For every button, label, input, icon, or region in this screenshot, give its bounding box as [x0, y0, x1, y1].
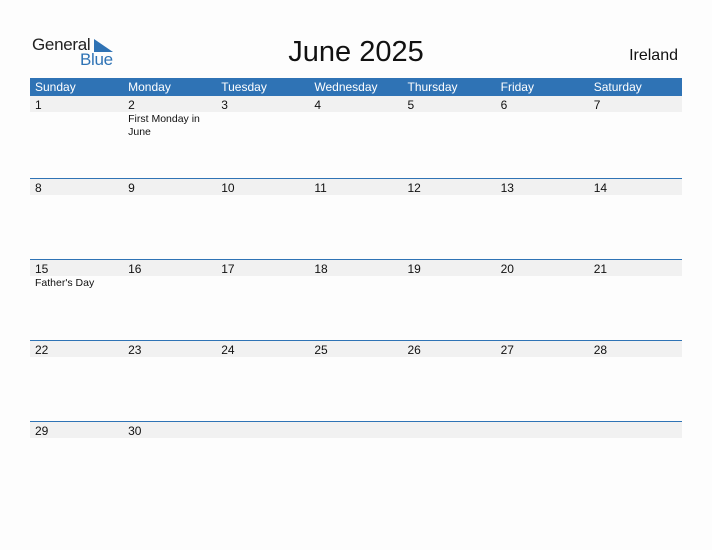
weekday-wednesday: Wednesday — [314, 80, 378, 94]
day-cell: 4 — [309, 96, 402, 112]
day-cell — [589, 422, 682, 438]
day-number: 19 — [407, 262, 421, 276]
country-label: Ireland — [629, 47, 678, 64]
day-number: 17 — [221, 262, 235, 276]
day-number: 10 — [221, 181, 235, 195]
day-number: 20 — [500, 262, 514, 276]
day-cell: 1 — [30, 96, 123, 112]
weekday-header-row: Sunday Monday Tuesday Wednesday Thursday… — [30, 78, 682, 96]
week-row: 15 Father's Day 16 17 18 19 20 21 — [30, 259, 682, 340]
day-number: 3 — [221, 98, 228, 112]
day-cell — [216, 422, 309, 438]
day-number: 23 — [128, 343, 142, 357]
day-cell: 6 — [496, 96, 589, 112]
day-cell: 2 First Monday in June — [123, 96, 216, 138]
day-number: 26 — [407, 343, 421, 357]
day-cell: 21 — [589, 260, 682, 276]
day-number: 6 — [500, 98, 508, 112]
week-row: 8 9 10 11 12 13 14 — [30, 178, 682, 259]
week-row: 22 23 24 25 26 27 28 — [30, 340, 682, 421]
day-cell: 11 — [309, 179, 402, 195]
day-cell: 16 — [123, 260, 216, 276]
day-cell — [309, 422, 402, 438]
weekday-thursday: Thursday — [407, 80, 458, 94]
day-cell: 23 — [123, 341, 216, 357]
day-cell: 30 — [123, 422, 216, 438]
day-cell: 13 — [496, 179, 589, 195]
day-cell: 18 — [309, 260, 402, 276]
date-number-bar: 15 Father's Day 16 17 18 19 20 21 — [30, 260, 682, 289]
day-number: 1 — [35, 98, 42, 112]
calendar-grid: Sunday Monday Tuesday Wednesday Thursday… — [30, 78, 682, 502]
day-number: 28 — [593, 343, 608, 357]
day-number: 16 — [128, 262, 142, 276]
day-cell: 25 — [309, 341, 402, 357]
day-number: 30 — [128, 424, 142, 438]
day-number: 15 — [35, 262, 49, 276]
day-cell: 8 — [30, 179, 123, 195]
day-cell: 7 — [589, 96, 682, 112]
day-cell: 29 — [30, 422, 123, 438]
day-cell: 14 — [589, 179, 682, 195]
weekday-tuesday: Tuesday — [221, 80, 267, 94]
day-number: 5 — [407, 98, 415, 112]
day-number: 24 — [221, 343, 235, 357]
date-number-bar: 22 23 24 25 26 27 28 — [30, 341, 682, 357]
day-number: 4 — [314, 98, 322, 112]
day-cell: 19 — [403, 260, 496, 276]
day-number: 14 — [593, 181, 608, 195]
day-number: 2 — [128, 98, 135, 112]
day-number: 29 — [35, 424, 49, 438]
day-number: 12 — [407, 181, 421, 195]
day-number: 21 — [593, 262, 608, 276]
day-cell: 9 — [123, 179, 216, 195]
date-number-bar: 29 30 — [30, 422, 682, 438]
calendar-title: June 2025 — [288, 36, 424, 68]
day-number: 7 — [593, 98, 601, 112]
day-cell: 28 — [589, 341, 682, 357]
day-number: 11 — [314, 181, 327, 195]
day-number: 27 — [500, 343, 514, 357]
day-cell: 15 Father's Day — [30, 260, 123, 289]
day-number: 18 — [314, 262, 328, 276]
day-cell — [403, 422, 496, 438]
weekday-monday: Monday — [128, 80, 171, 94]
weekday-saturday: Saturday — [593, 80, 642, 94]
date-number-bar: 8 9 10 11 12 13 14 — [30, 179, 682, 195]
day-number: 25 — [314, 343, 328, 357]
weeks-container: 1 2 First Monday in June 3 4 5 6 7 8 9 10 11 12 13 14 1… — [30, 96, 682, 502]
day-number: 22 — [35, 343, 49, 357]
day-cell — [496, 422, 589, 438]
day-cell: 24 — [216, 341, 309, 357]
week-row: 1 2 First Monday in June 3 4 5 6 7 — [30, 96, 682, 178]
day-cell: 22 — [30, 341, 123, 357]
holiday-label: Father's Day — [35, 277, 95, 289]
day-cell: 17 — [216, 260, 309, 276]
day-cell: 26 — [403, 341, 496, 357]
day-cell: 27 — [496, 341, 589, 357]
day-cell: 20 — [496, 260, 589, 276]
day-cell: 12 — [403, 179, 496, 195]
weekday-sunday: Sunday — [35, 80, 76, 94]
week-row: 29 30 — [30, 421, 682, 502]
weekday-friday: Friday — [500, 80, 534, 94]
day-number: 13 — [500, 181, 514, 195]
date-number-bar: 1 2 First Monday in June 3 4 5 6 7 — [30, 96, 682, 138]
day-cell: 5 — [403, 96, 496, 112]
day-number: 8 — [35, 181, 42, 195]
holiday-label: First Monday in June — [128, 113, 200, 138]
day-cell: 10 — [216, 179, 309, 195]
day-number: 9 — [128, 181, 135, 195]
day-cell: 3 — [216, 96, 309, 112]
